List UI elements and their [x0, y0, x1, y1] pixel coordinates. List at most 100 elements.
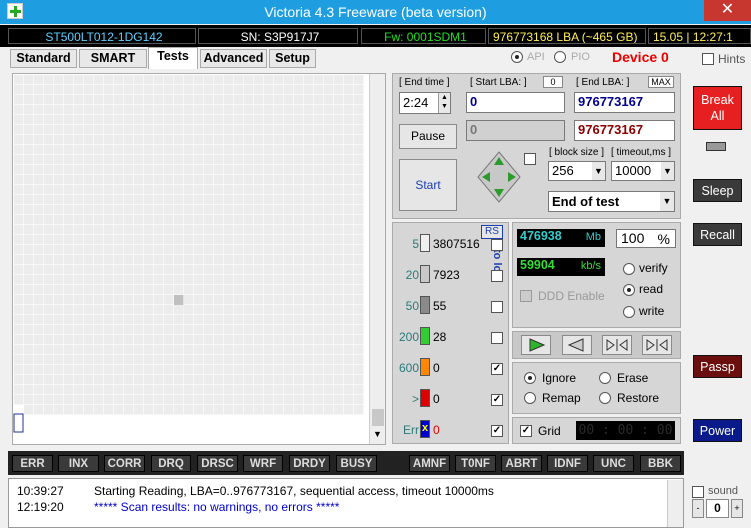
- pio-radio[interactable]: [554, 51, 566, 63]
- scan-block: [234, 195, 244, 205]
- erase-radio[interactable]: [599, 372, 611, 384]
- write-radio[interactable]: [623, 306, 635, 318]
- start-lba-reset[interactable]: 0: [543, 76, 563, 88]
- scan-block: [234, 395, 244, 405]
- scan-block: [134, 305, 144, 315]
- scan-block: [24, 375, 34, 385]
- scan-block: [134, 395, 144, 405]
- timeout-dropdown-icon[interactable]: ▼: [661, 162, 674, 180]
- scan-block: [344, 85, 354, 95]
- scan-block: [314, 355, 324, 365]
- log-checkbox[interactable]: ✓: [491, 394, 503, 406]
- ddd-checkbox[interactable]: [520, 290, 532, 302]
- scan-block: [344, 365, 354, 375]
- verify-radio[interactable]: [623, 263, 635, 275]
- scan-block: [64, 385, 74, 395]
- scan-block: [134, 195, 144, 205]
- scan-block: [164, 285, 174, 295]
- scan-block: [24, 395, 34, 405]
- scan-block: [164, 355, 174, 365]
- log-scrollbar[interactable]: [667, 480, 683, 527]
- restore-radio[interactable]: [599, 392, 611, 404]
- tab-standard[interactable]: Standard: [10, 49, 77, 68]
- sound-increase-button[interactable]: +: [731, 499, 743, 518]
- scan-block: [224, 235, 234, 245]
- grid-checkbox[interactable]: ✓: [520, 425, 532, 437]
- pause-button[interactable]: Pause: [399, 124, 457, 149]
- scan-block: [184, 275, 194, 285]
- scan-block: [304, 235, 314, 245]
- tab-smart[interactable]: SMART: [79, 49, 147, 68]
- scan-block: [114, 145, 124, 155]
- sound-value[interactable]: 0: [706, 499, 729, 518]
- close-button[interactable]: ✕: [704, 0, 751, 21]
- grid-scroll-thumb[interactable]: [372, 409, 384, 426]
- remap-radio[interactable]: [524, 392, 536, 404]
- scan-block: [44, 195, 54, 205]
- scan-block: [94, 125, 104, 135]
- scan-block: [214, 145, 224, 155]
- scan-block: [304, 285, 314, 295]
- scan-block: [114, 135, 124, 145]
- end-lba-input[interactable]: 976773167: [574, 92, 675, 113]
- max-lba-button[interactable]: MAX: [648, 76, 674, 88]
- ignore-radio[interactable]: [524, 372, 536, 384]
- sound-decrease-button[interactable]: -: [692, 499, 704, 518]
- scan-block: [354, 135, 364, 145]
- scroll-down-icon[interactable]: ▼: [373, 429, 382, 439]
- scan-block: [124, 255, 134, 265]
- end-time-spinner[interactable]: ▲ ▼: [438, 93, 450, 113]
- tab-advanced[interactable]: Advanced: [200, 49, 267, 68]
- scan-block: [324, 275, 334, 285]
- play-reverse-button[interactable]: [562, 335, 592, 355]
- scan-block: [204, 395, 214, 405]
- scan-block: [264, 115, 274, 125]
- block-size-dropdown-icon[interactable]: ▼: [592, 162, 605, 180]
- log-checkbox[interactable]: [491, 301, 503, 313]
- scan-block: [214, 405, 224, 415]
- sound-checkbox[interactable]: [692, 486, 704, 498]
- log-checkbox[interactable]: [491, 270, 503, 282]
- scan-block: [284, 85, 294, 95]
- api-radio[interactable]: [511, 51, 523, 63]
- scan-block: [134, 245, 144, 255]
- scan-block: [344, 165, 354, 175]
- start-button[interactable]: Start: [399, 159, 457, 211]
- scan-block: [244, 155, 254, 165]
- tab-tests[interactable]: Tests: [148, 47, 198, 69]
- end-action-dropdown-icon[interactable]: ▼: [660, 192, 674, 211]
- scan-block: [244, 385, 254, 395]
- scan-block: [124, 235, 134, 245]
- scan-block: [244, 85, 254, 95]
- log-checkbox[interactable]: [491, 239, 503, 251]
- skip-end-button[interactable]: [642, 335, 672, 355]
- tab-setup[interactable]: Setup: [269, 49, 316, 68]
- log-checkbox[interactable]: ✓: [491, 363, 503, 375]
- scan-block: [284, 125, 294, 135]
- verify-label: verify: [639, 261, 668, 275]
- hints-checkbox[interactable]: [702, 53, 714, 65]
- power-button[interactable]: Power: [693, 419, 742, 442]
- scan-block: [24, 105, 34, 115]
- recall-button[interactable]: Recall: [693, 223, 742, 246]
- scan-block: [14, 325, 24, 335]
- dpad-checkbox[interactable]: [524, 153, 536, 165]
- play-forward-button[interactable]: [521, 335, 551, 355]
- passp-button[interactable]: Passp: [693, 355, 742, 378]
- log-checkbox[interactable]: ✓: [491, 425, 503, 437]
- scan-block: [194, 95, 204, 105]
- log-checkbox[interactable]: [491, 332, 503, 344]
- jump-button[interactable]: [602, 335, 632, 355]
- grid-scrollbar[interactable]: ▼: [369, 74, 385, 444]
- break-all-button[interactable]: Break All: [693, 86, 742, 130]
- timing-panel: RS to log: 5 3807516 20 7923 50 55 200 28 600 0 ✓ >…: [392, 222, 509, 444]
- scan-block: [34, 165, 44, 175]
- scan-block: [314, 165, 324, 175]
- sleep-button[interactable]: Sleep: [693, 179, 742, 202]
- scan-block: [174, 75, 184, 85]
- read-radio[interactable]: [623, 284, 635, 296]
- start-lba-input[interactable]: 0: [466, 92, 565, 113]
- end-action-select[interactable]: End of test: [548, 191, 675, 212]
- scan-block: [94, 175, 104, 185]
- scan-block: [294, 115, 304, 125]
